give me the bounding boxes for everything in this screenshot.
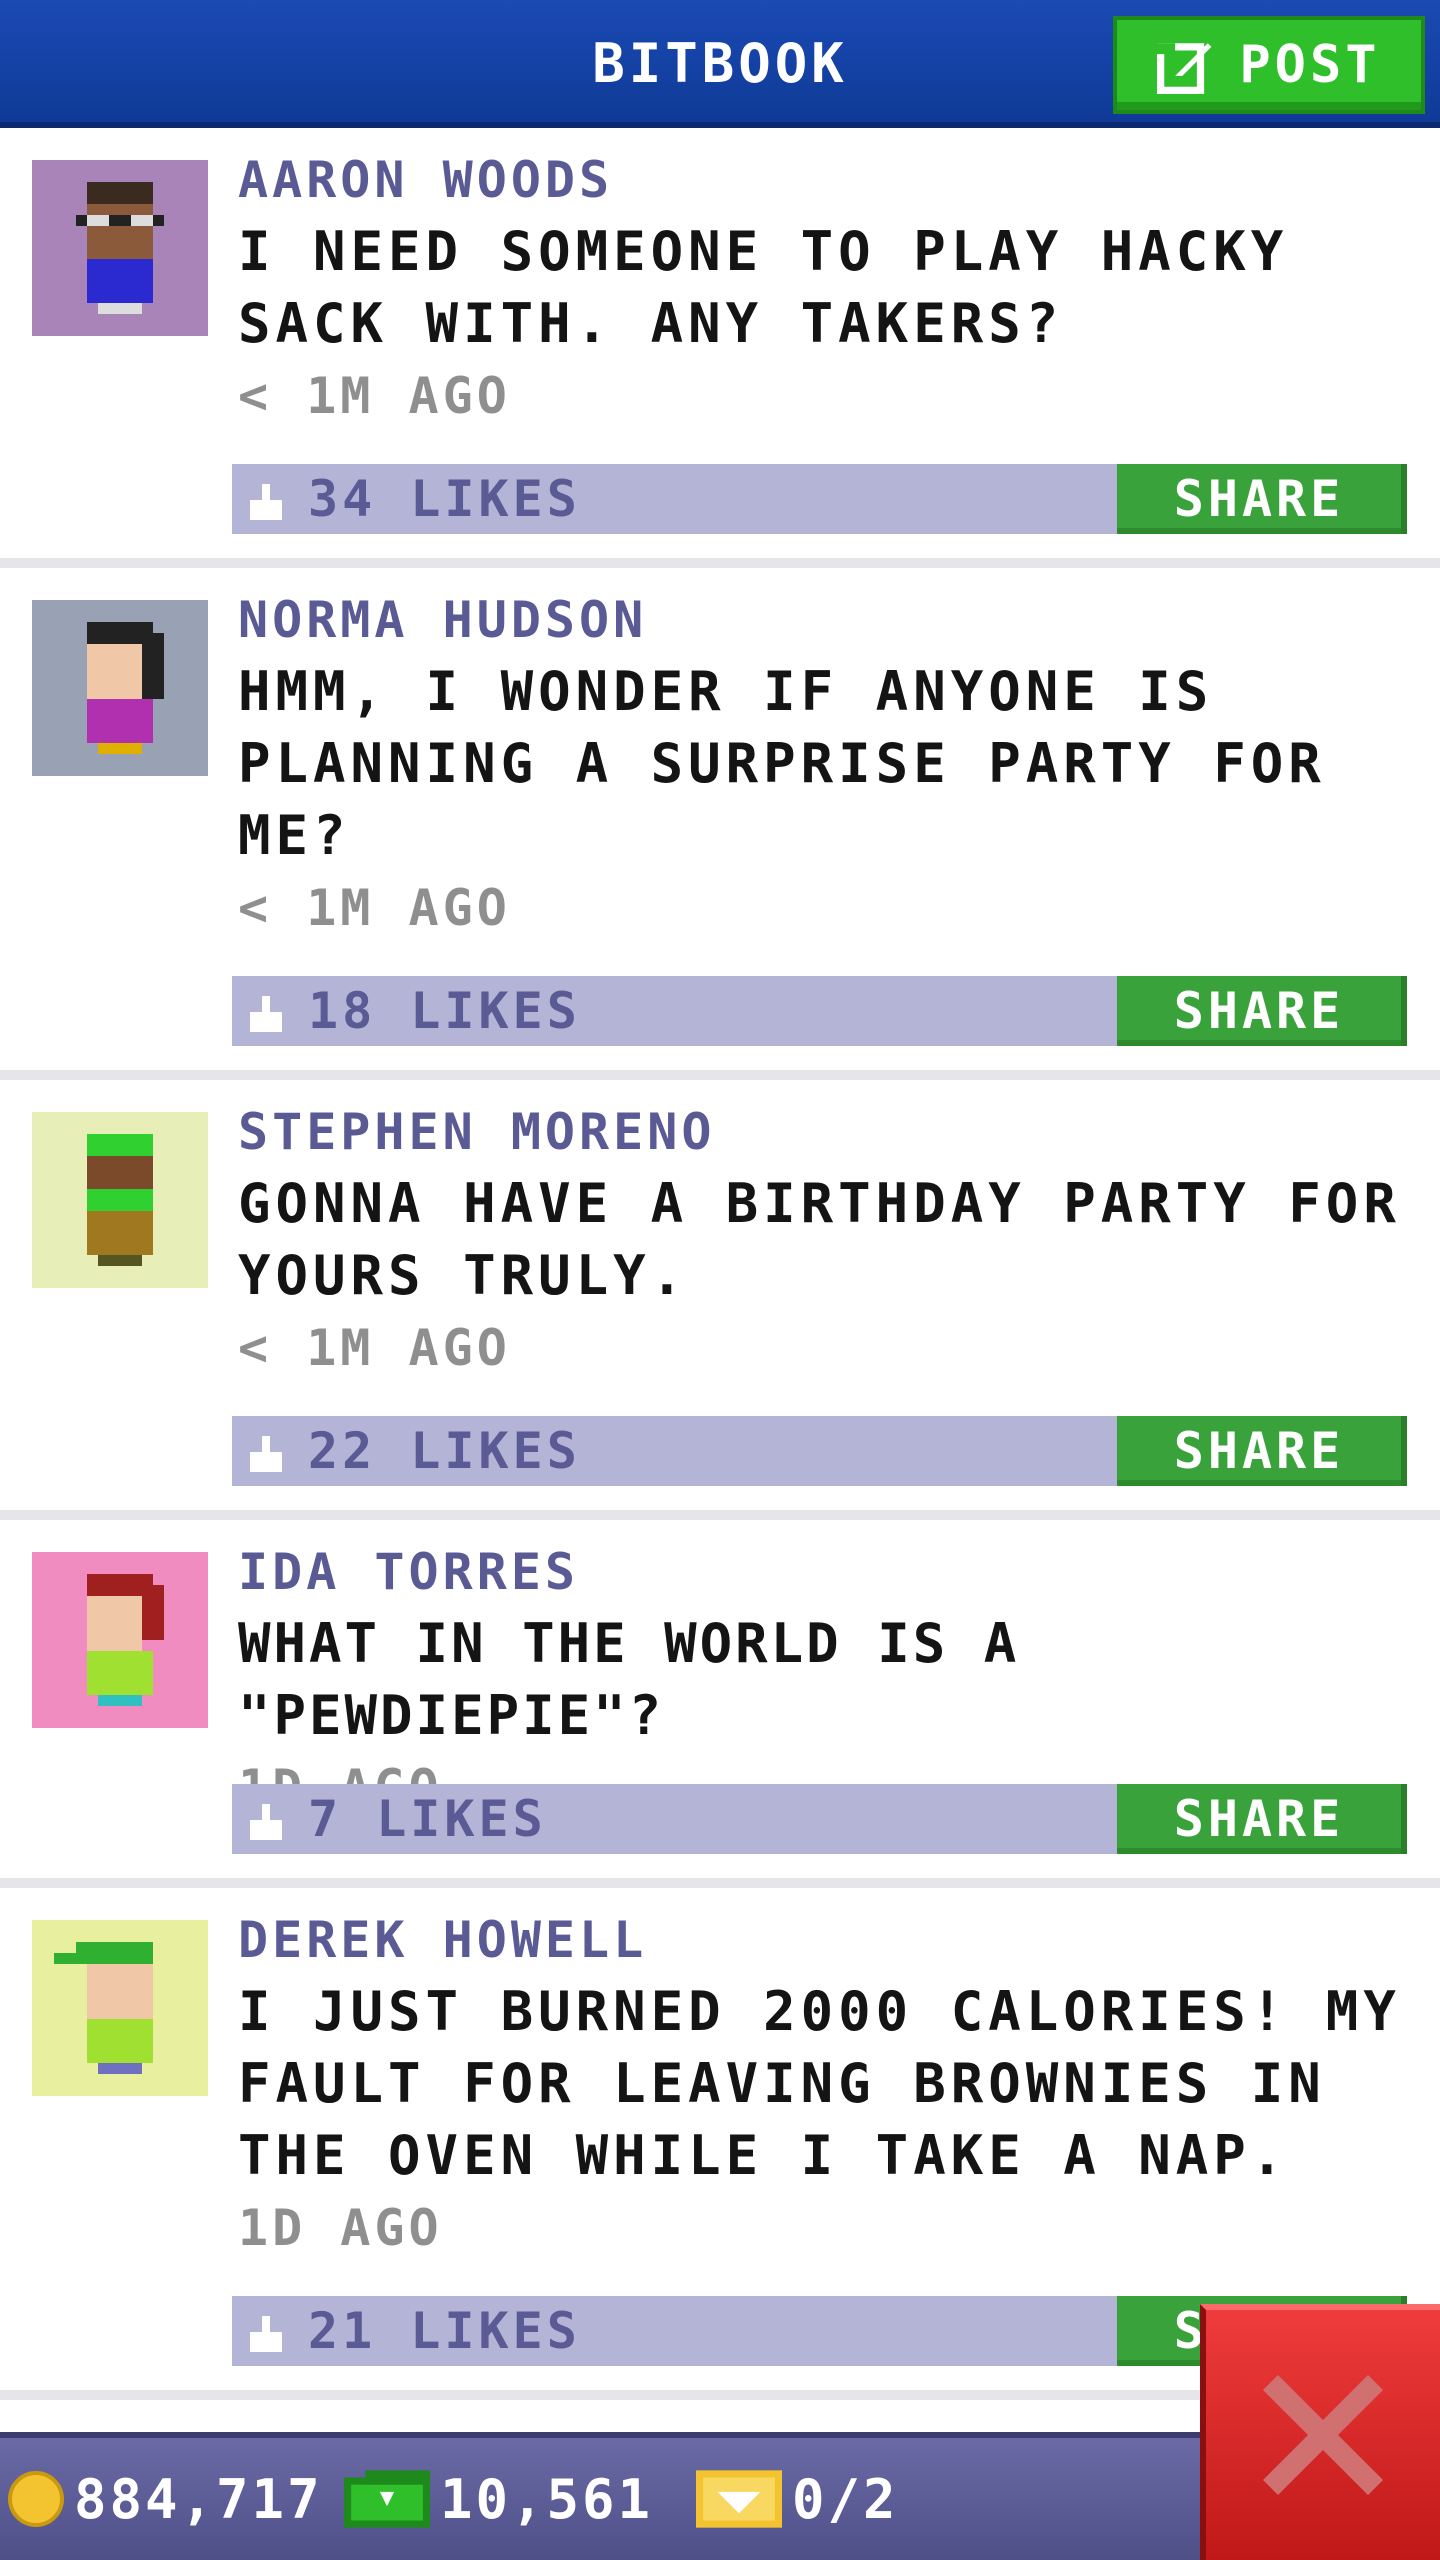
- post-item: STEPHEN MORENO GONNA HAVE A BIRTHDAY PAR…: [0, 1080, 1440, 1520]
- ticket-icon: [696, 2470, 782, 2528]
- like-bar[interactable]: 18 LIKES SHARE: [232, 976, 1407, 1046]
- post-author[interactable]: DEREK HOWELL: [238, 1908, 1408, 1972]
- avatar-portrait-icon: [32, 1920, 208, 2096]
- post-author[interactable]: NORMA HUDSON: [238, 588, 1408, 652]
- likes-count: 7 LIKES: [308, 1790, 547, 1848]
- post-button[interactable]: POST: [1113, 16, 1425, 114]
- post-time: < 1M AGO: [238, 1319, 511, 1377]
- compose-icon: [1157, 43, 1212, 94]
- post-author[interactable]: IDA TORRES: [238, 1540, 1408, 1604]
- top-bar: BITBOOK POST: [0, 0, 1440, 128]
- post-text: GONNA HAVE A BIRTHDAY PARTY FOR YOURS TR…: [238, 1172, 1401, 1307]
- post-text: HMM, I WONDER IF ANYONE IS PLANNING A SU…: [238, 660, 1326, 867]
- avatar: [32, 160, 208, 336]
- likes-count: 21 LIKES: [308, 2302, 581, 2360]
- post-author[interactable]: AARON WOODS: [238, 148, 1408, 212]
- post-body: NORMA HUDSON HMM, I WONDER IF ANYONE IS …: [238, 588, 1408, 944]
- post-item: IDA TORRES WHAT IN THE WORLD IS A "PEWDI…: [0, 1520, 1440, 1888]
- coins-stat: 884,717: [8, 2438, 323, 2560]
- tickets-stat: 0/2: [696, 2438, 899, 2560]
- feed: AARON WOODS I NEED SOMEONE TO PLAY HACKY…: [0, 128, 1440, 2400]
- avatar: [32, 1920, 208, 2096]
- post-time: 1D AGO: [238, 2199, 443, 2257]
- post-button-label: POST: [1239, 35, 1381, 95]
- share-button[interactable]: SHARE: [1117, 1416, 1407, 1486]
- bux-icon: [344, 2470, 430, 2528]
- close-icon: [1263, 2375, 1383, 2495]
- thumbs-up-icon: [250, 1436, 282, 1472]
- share-button[interactable]: SHARE: [1117, 1784, 1407, 1854]
- post-text: I JUST BURNED 2000 CALORIES! MY FAULT FO…: [238, 1980, 1401, 2187]
- post-time: < 1M AGO: [238, 879, 511, 937]
- post-body: AARON WOODS I NEED SOMEONE TO PLAY HACKY…: [238, 148, 1408, 432]
- share-button[interactable]: SHARE: [1117, 464, 1407, 534]
- avatar: [32, 1112, 208, 1288]
- post-author[interactable]: STEPHEN MORENO: [238, 1100, 1408, 1164]
- avatar-portrait-icon: [32, 160, 208, 336]
- coin-icon: [8, 2471, 64, 2527]
- close-button[interactable]: [1200, 2304, 1440, 2560]
- post-item: NORMA HUDSON HMM, I WONDER IF ANYONE IS …: [0, 568, 1440, 1080]
- post-text: WHAT IN THE WORLD IS A "PEWDIEPIE"?: [238, 1612, 1020, 1747]
- post-body: IDA TORRES WHAT IN THE WORLD IS A "PEWDI…: [238, 1540, 1408, 1824]
- likes-count: 18 LIKES: [308, 982, 581, 1040]
- post-text: I NEED SOMEONE TO PLAY HACKY SACK WITH. …: [238, 220, 1289, 355]
- like-bar[interactable]: 34 LIKES SHARE: [232, 464, 1407, 534]
- share-button[interactable]: SHARE: [1117, 976, 1407, 1046]
- thumbs-up-icon: [250, 1804, 282, 1840]
- likes-count: 34 LIKES: [308, 470, 581, 528]
- like-bar[interactable]: 22 LIKES SHARE: [232, 1416, 1407, 1486]
- post-body: DEREK HOWELL I JUST BURNED 2000 CALORIES…: [238, 1908, 1408, 2264]
- avatar: [32, 600, 208, 776]
- bux-stat: 10,561: [344, 2438, 653, 2560]
- tickets-value: 0/2: [792, 2467, 899, 2531]
- bux-value: 10,561: [440, 2467, 654, 2531]
- post-item: AARON WOODS I NEED SOMEONE TO PLAY HACKY…: [0, 128, 1440, 568]
- avatar-portrait-icon: [32, 1552, 208, 1728]
- thumbs-up-icon: [250, 996, 282, 1032]
- avatar-portrait-icon: [32, 1112, 208, 1288]
- avatar: [32, 1552, 208, 1728]
- likes-count: 22 LIKES: [308, 1422, 581, 1480]
- avatar-portrait-icon: [32, 600, 208, 776]
- post-body: STEPHEN MORENO GONNA HAVE A BIRTHDAY PAR…: [238, 1100, 1408, 1384]
- coins-value: 884,717: [74, 2467, 323, 2531]
- thumbs-up-icon: [250, 484, 282, 520]
- like-bar[interactable]: 7 LIKES SHARE: [232, 1784, 1407, 1854]
- post-time: < 1M AGO: [238, 367, 511, 425]
- thumbs-up-icon: [250, 2316, 282, 2352]
